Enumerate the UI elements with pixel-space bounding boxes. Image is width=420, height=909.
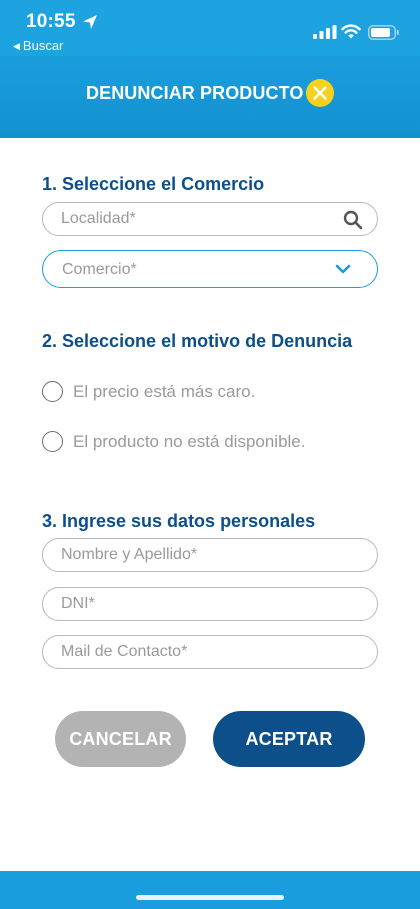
nombre-input[interactable] bbox=[43, 539, 377, 571]
close-icon bbox=[313, 86, 327, 100]
status-time: 10:55 bbox=[26, 11, 76, 32]
radio-button[interactable] bbox=[42, 431, 63, 452]
radio-label: El producto no está disponible. bbox=[73, 432, 306, 451]
radio-button[interactable] bbox=[42, 381, 63, 402]
back-to-app-link[interactable]: ◀ Buscar bbox=[13, 38, 63, 53]
status-bar: 10:55 ◀ Buscar bbox=[0, 0, 420, 56]
cancel-button[interactable]: CANCELAR bbox=[55, 711, 186, 767]
dni-field bbox=[42, 587, 378, 621]
bottom-bar bbox=[0, 871, 420, 909]
section-title-comercio: 1. Seleccione el Comercio bbox=[42, 174, 265, 194]
home-indicator[interactable] bbox=[136, 895, 284, 900]
nombre-field bbox=[42, 538, 378, 572]
back-triangle-icon: ◀ bbox=[13, 41, 20, 51]
page-title: DENUNCIAR PRODUCTO bbox=[86, 83, 304, 103]
section-title-datos: 3. Ingrese sus datos personales bbox=[42, 511, 316, 531]
chevron-down-icon bbox=[335, 264, 351, 274]
location-arrow-icon bbox=[83, 15, 97, 29]
dni-input[interactable] bbox=[43, 588, 377, 620]
battery-icon bbox=[368, 25, 399, 40]
page-header: DENUNCIAR PRODUCTO bbox=[0, 56, 420, 138]
search-icon[interactable] bbox=[343, 210, 363, 230]
radio-label: El precio está más caro. bbox=[73, 382, 256, 401]
wifi-icon bbox=[341, 24, 361, 39]
localidad-field bbox=[42, 202, 378, 236]
comercio-select[interactable]: Comercio* bbox=[42, 250, 378, 288]
cellular-signal-icon bbox=[313, 25, 337, 39]
localidad-input[interactable] bbox=[43, 203, 377, 235]
mail-input[interactable] bbox=[43, 636, 377, 668]
comercio-select-label: Comercio* bbox=[62, 261, 137, 278]
back-app-label: Buscar bbox=[22, 38, 64, 53]
section-title-motivo: 2. Seleccione el motivo de Denuncia bbox=[42, 331, 353, 351]
accept-button[interactable]: ACEPTAR bbox=[213, 711, 365, 767]
mail-field bbox=[42, 635, 378, 669]
close-button[interactable] bbox=[306, 79, 334, 107]
